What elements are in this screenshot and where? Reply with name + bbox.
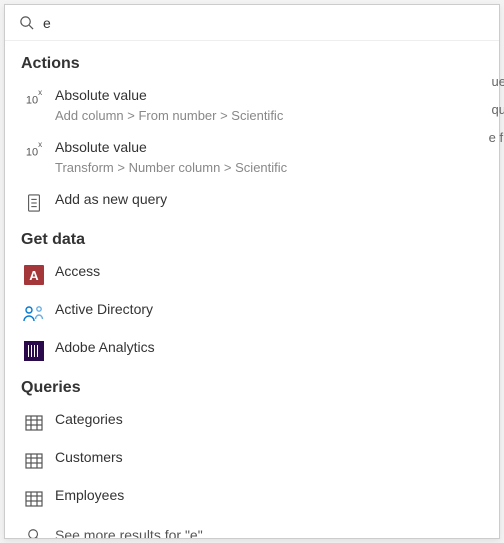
query-employees[interactable]: Employees xyxy=(21,479,499,517)
section-title-queries: Queries xyxy=(21,369,499,403)
table-icon xyxy=(21,411,47,435)
item-title: Add as new query xyxy=(55,189,167,209)
table-icon xyxy=(21,449,47,473)
query-categories[interactable]: Categories xyxy=(21,403,499,441)
adobe-analytics-icon xyxy=(21,339,47,363)
background-text: ue xyxy=(492,74,504,89)
see-more-results[interactable]: See more results for "e" xyxy=(21,517,499,538)
search-row xyxy=(5,5,499,41)
access-icon: A xyxy=(21,263,47,287)
search-results-panel: Actions 10x Absolute value Add column > … xyxy=(4,4,500,539)
action-absolute-value-transform[interactable]: 10x Absolute value Transform > Number co… xyxy=(21,131,499,183)
item-title: Absolute value xyxy=(55,137,491,157)
table-icon xyxy=(21,487,47,511)
getdata-access[interactable]: A Access xyxy=(21,255,499,293)
ten-power-icon: 10x xyxy=(21,87,47,111)
item-title: Customers xyxy=(55,447,123,467)
see-more-label: See more results for "e" xyxy=(47,527,203,538)
ten-power-icon: 10x xyxy=(21,139,47,163)
getdata-active-directory[interactable]: Active Directory xyxy=(21,293,499,331)
active-directory-icon xyxy=(21,301,47,325)
background-text: e fi xyxy=(489,130,504,145)
item-breadcrumb: Add column > From number > Scientific xyxy=(55,107,491,125)
search-icon xyxy=(17,15,35,30)
item-title: Adobe Analytics xyxy=(55,337,155,357)
search-input[interactable] xyxy=(35,15,487,31)
item-title: Access xyxy=(55,261,100,281)
section-title-actions: Actions xyxy=(21,45,499,79)
search-icon xyxy=(21,528,47,538)
section-title-getdata: Get data xyxy=(21,221,499,255)
item-breadcrumb: Transform > Number column > Scientific xyxy=(55,159,491,177)
document-icon xyxy=(21,191,47,215)
item-title: Active Directory xyxy=(55,299,153,319)
results-content: Actions 10x Absolute value Add column > … xyxy=(5,41,499,538)
getdata-adobe-analytics[interactable]: Adobe Analytics xyxy=(21,331,499,369)
background-text: qu xyxy=(492,102,504,117)
query-customers[interactable]: Customers xyxy=(21,441,499,479)
action-add-as-new-query[interactable]: Add as new query xyxy=(21,183,499,221)
item-title: Absolute value xyxy=(55,85,491,105)
action-absolute-value-addcolumn[interactable]: 10x Absolute value Add column > From num… xyxy=(21,79,499,131)
item-title: Employees xyxy=(55,485,124,505)
item-title: Categories xyxy=(55,409,123,429)
